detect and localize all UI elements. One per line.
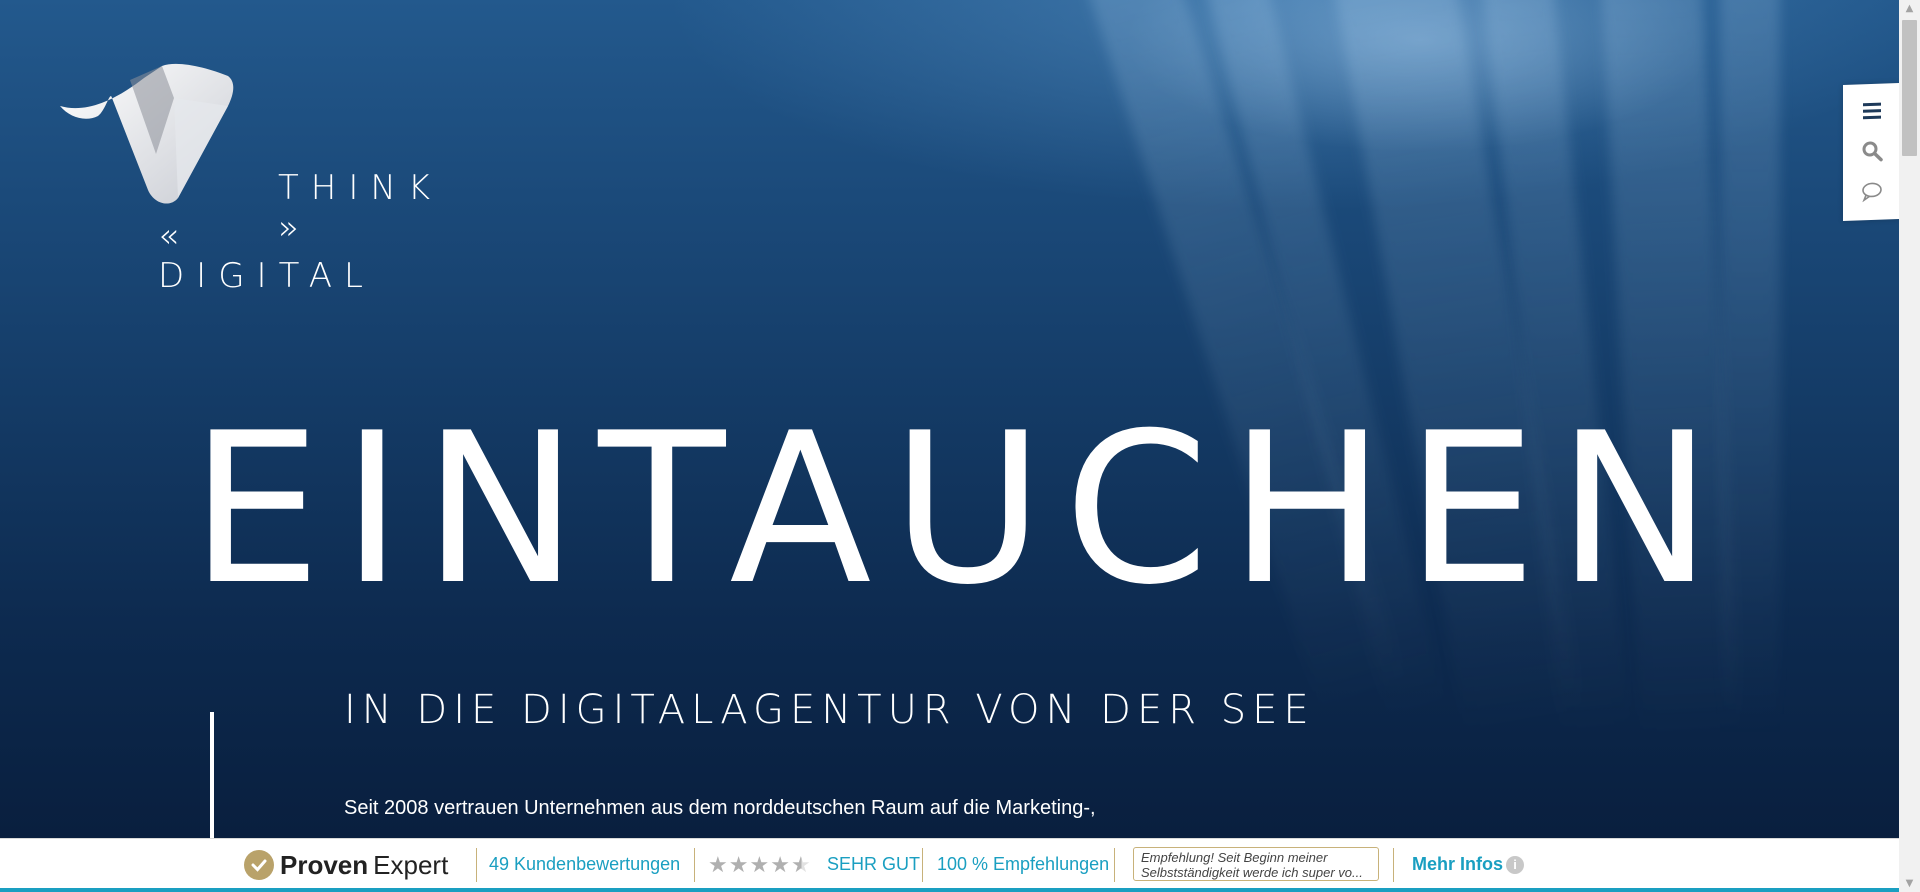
logo-text-digital: « DIGITAL	[158, 216, 375, 296]
hero-intro-text: Seit 2008 vertrauen Unternehmen aus dem …	[344, 797, 1096, 819]
scroll-thumb[interactable]	[1902, 20, 1917, 156]
rating-text: SEHR GUT	[827, 854, 921, 874]
brand-expert: Expert	[373, 849, 449, 880]
quote-line: Selbstständigkeit werde ich super vo...	[1141, 865, 1363, 880]
star-icon: ★	[749, 852, 771, 877]
separator	[1114, 848, 1115, 882]
hero-headline: EINTAUCHEN	[190, 389, 1733, 631]
proven-expert-bar[interactable]: Proven Expert 49 Kundenbewertungen ★★★★★…	[0, 838, 1899, 892]
star-icon: ★	[708, 852, 729, 877]
half-star-icon: ★	[790, 852, 812, 877]
site-logo[interactable]: THINK » « DIGITAL	[58, 58, 430, 296]
hero-section: THINK » « DIGITAL EINTAUCHEN IN DIE DIGI…	[0, 0, 1899, 892]
page-scrollbar[interactable]: ▲ ▼	[1899, 0, 1920, 892]
scroll-down-arrow-icon[interactable]: ▼	[1899, 875, 1920, 892]
review-quote[interactable]: Empfehlung! Seit Beginn meiner Selbststä…	[1133, 847, 1379, 881]
separator	[694, 848, 695, 882]
scroll-up-arrow-icon[interactable]: ▲	[1899, 0, 1920, 17]
recommendations-link[interactable]: 100 % Empfehlungen	[937, 854, 1109, 875]
star-icon: ★	[770, 852, 791, 877]
accent-bottom-border	[0, 888, 1899, 892]
checkmark-icon	[244, 850, 274, 880]
side-tool-panel	[1843, 83, 1899, 221]
separator	[922, 848, 923, 882]
rating-stars: ★★★★★	[708, 852, 812, 878]
hero-subheadline: IN DIE DIGITALAGENTUR VON DER SEE	[344, 687, 1315, 733]
separator	[1393, 848, 1394, 882]
separator	[476, 848, 477, 882]
proven-expert-logo[interactable]: Proven Expert	[244, 849, 448, 881]
hamburger-menu-icon[interactable]	[1861, 100, 1883, 123]
quote-line: Empfehlung! Seit Beginn meiner	[1141, 850, 1328, 865]
reviews-link[interactable]: 49 Kundenbewertungen	[489, 854, 680, 875]
chat-bubble-icon[interactable]	[1861, 180, 1883, 203]
brand-proven: Proven	[280, 849, 369, 880]
search-icon[interactable]	[1861, 140, 1883, 163]
star-icon: ★	[728, 852, 750, 877]
info-icon[interactable]: i	[1506, 856, 1524, 874]
more-info-link[interactable]: Mehr Infos	[1412, 854, 1503, 875]
v-ribbon-logo-icon	[60, 63, 234, 204]
